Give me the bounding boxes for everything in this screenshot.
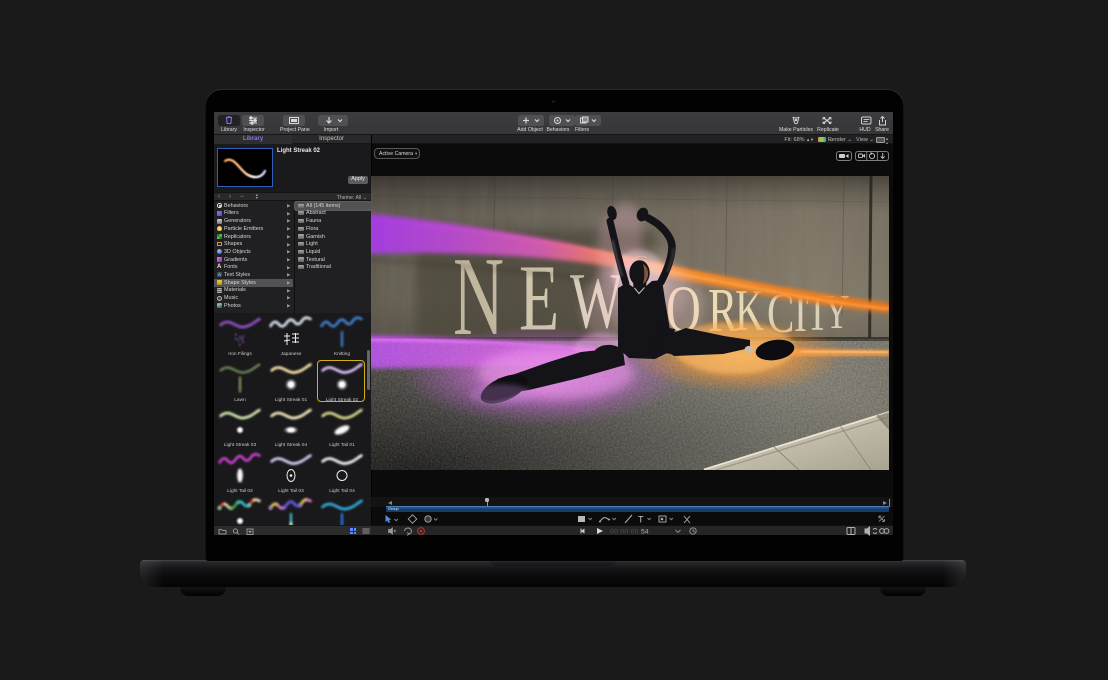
svg-text:Y: Y bbox=[824, 286, 849, 340]
svg-text:54: 54 bbox=[641, 528, 649, 535]
svg-text:00:00:00: 00:00:00 bbox=[610, 528, 639, 535]
svg-text:T: T bbox=[638, 514, 644, 524]
